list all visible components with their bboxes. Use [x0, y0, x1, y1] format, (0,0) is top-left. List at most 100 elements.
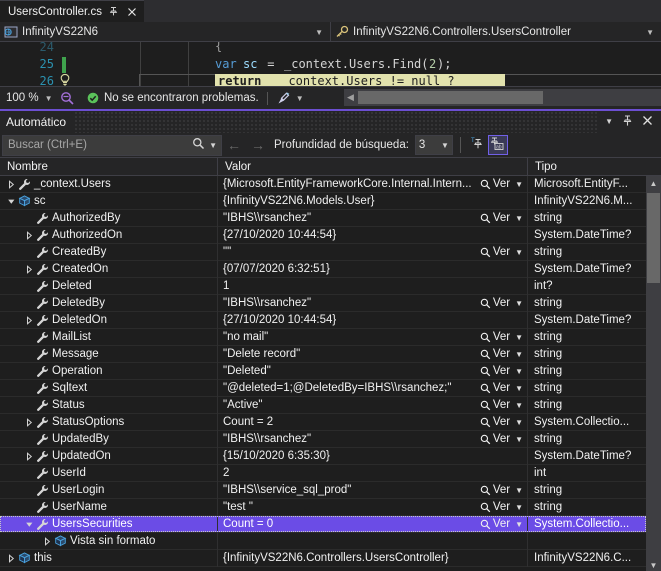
- chevron-right-icon[interactable]: [42, 536, 53, 547]
- variable-row[interactable]: UpdatedOn {15/10/2020 6:35:30} System.Date…: [0, 447, 661, 465]
- variable-row[interactable]: Status "Active" Ver ▼ string: [0, 396, 661, 414]
- variable-value-cell[interactable]: {InfinityVS22N6.Controllers.UsersControl…: [218, 549, 528, 567]
- chevron-down-icon[interactable]: ▼: [515, 333, 523, 342]
- variable-value-cell[interactable]: Count = 2 Ver ▼: [218, 413, 528, 431]
- value-visualizer-button[interactable]: Ver ▼: [480, 176, 523, 193]
- value-visualizer-button[interactable]: Ver ▼: [480, 363, 523, 380]
- chevron-right-icon[interactable]: [24, 451, 35, 462]
- variable-row[interactable]: Vista sin formato: [0, 532, 661, 550]
- variable-row[interactable]: AuthorizedBy "IBHS\\rsanchez" Ver ▼ string: [0, 209, 661, 227]
- value-visualizer-button[interactable]: Ver ▼: [480, 244, 523, 261]
- chevron-down-icon[interactable]: [24, 519, 35, 530]
- lightbulb-icon[interactable]: [58, 73, 72, 86]
- variable-value-cell[interactable]: {27/10/2020 10:44:54}: [218, 226, 528, 244]
- column-header-value[interactable]: Valor: [218, 158, 528, 175]
- variable-row[interactable]: UserLogin "IBHS\\service_sql_prod" Ver ▼ str…: [0, 481, 661, 499]
- variable-value-cell[interactable]: Count = 0 Ver ▼: [218, 515, 528, 533]
- chevron-right-icon[interactable]: [24, 264, 35, 275]
- variable-value-cell[interactable]: "IBHS\\rsanchez" Ver ▼: [218, 294, 528, 312]
- chevron-down-icon[interactable]: ▼: [646, 28, 657, 37]
- chevron-down-icon[interactable]: ▼: [515, 401, 523, 410]
- editor-tab-userscontroller[interactable]: UsersController.cs: [0, 0, 144, 22]
- variable-value-cell[interactable]: 2: [218, 464, 528, 482]
- pin-variable-button[interactable]: T: [468, 135, 488, 155]
- chevron-down-icon[interactable]: ▼: [515, 248, 523, 257]
- project-dropdown[interactable]: InfinityVS22N6 ▼: [0, 22, 331, 42]
- chevron-right-icon[interactable]: [6, 553, 17, 564]
- variable-value-cell[interactable]: {Microsoft.EntityFrameworkCore.Internal.…: [218, 176, 528, 193]
- close-icon[interactable]: [642, 115, 653, 129]
- variable-row[interactable]: Message "Delete record" Ver ▼ string: [0, 345, 661, 363]
- variable-value-cell[interactable]: "IBHS\\rsanchez" Ver ▼: [218, 430, 528, 448]
- title-bar-grip[interactable]: [74, 111, 598, 133]
- variable-row[interactable]: CreatedBy "" Ver ▼ string: [0, 243, 661, 261]
- variable-row[interactable]: sc {InfinityVS22N6.Models.User} InfinityVS…: [0, 192, 661, 210]
- variable-row[interactable]: this {InfinityVS22N6.Controllers.UsersCon…: [0, 549, 661, 567]
- search-next-button[interactable]: →: [246, 137, 270, 153]
- column-header-name[interactable]: Nombre: [0, 158, 218, 175]
- chevron-down-icon[interactable]: ▼: [515, 367, 523, 376]
- chevron-down-icon[interactable]: ▼: [515, 486, 523, 495]
- variable-row[interactable]: Operation "Deleted" Ver ▼ string: [0, 362, 661, 380]
- chevron-right-icon[interactable]: [24, 417, 35, 428]
- chevron-down-icon[interactable]: ▼: [515, 214, 523, 223]
- member-dropdown[interactable]: InfinityVS22N6.Controllers.UsersControll…: [331, 22, 661, 42]
- chevron-down-icon[interactable]: ▼: [515, 384, 523, 393]
- variable-value-cell[interactable]: "IBHS\\rsanchez" Ver ▼: [218, 209, 528, 227]
- variables-grid[interactable]: _context.Users {Microsoft.EntityFramework…: [0, 176, 661, 571]
- variable-row[interactable]: UserName "test " Ver ▼ string: [0, 498, 661, 516]
- close-icon[interactable]: [126, 6, 138, 18]
- chevron-right-icon[interactable]: [24, 230, 35, 241]
- editor-horizontal-scrollbar[interactable]: ◀: [344, 89, 661, 106]
- chevron-down-icon[interactable]: ▼: [315, 28, 326, 37]
- search-icon[interactable]: [192, 137, 205, 153]
- chevron-down-icon[interactable]: ▼: [441, 141, 449, 150]
- variable-row[interactable]: UsersSecurities Count = 0 Ver ▼ System.Colle…: [0, 515, 661, 533]
- value-visualizer-button[interactable]: Ver ▼: [480, 380, 523, 397]
- variable-value-cell[interactable]: [218, 532, 528, 550]
- search-depth-select[interactable]: 3 ▼: [414, 135, 453, 155]
- pin-icon[interactable]: [622, 114, 633, 130]
- pin-icon[interactable]: [108, 6, 120, 18]
- variable-row[interactable]: StatusOptions Count = 2 Ver ▼ System.Collect…: [0, 413, 661, 431]
- value-visualizer-button[interactable]: Ver ▼: [480, 210, 523, 227]
- chevron-up-icon[interactable]: ▲: [646, 176, 661, 191]
- variable-row[interactable]: DeletedBy "IBHS\\rsanchez" Ver ▼ string: [0, 294, 661, 312]
- variable-value-cell[interactable]: "" Ver ▼: [218, 243, 528, 261]
- scrollbar-thumb[interactable]: [358, 91, 543, 104]
- variable-value-cell[interactable]: {InfinityVS22N6.Models.User}: [218, 192, 528, 210]
- code-editor[interactable]: 24 25 26 { var sc = _context.Users.Find(…: [0, 42, 661, 86]
- chevron-down-icon[interactable]: ▼: [515, 299, 523, 308]
- variable-row[interactable]: Deleted 1 int?: [0, 277, 661, 295]
- variable-row[interactable]: AuthorizedOn {27/10/2020 10:44:54} System.…: [0, 226, 661, 244]
- variable-row[interactable]: UserId 2 int: [0, 464, 661, 482]
- chevron-down-icon[interactable]: ▼: [296, 94, 304, 103]
- chevron-right-icon[interactable]: [6, 179, 17, 190]
- search-prev-button[interactable]: ←: [222, 137, 246, 153]
- value-visualizer-button[interactable]: Ver ▼: [480, 431, 523, 448]
- variable-value-cell[interactable]: "Delete record" Ver ▼: [218, 345, 528, 363]
- variable-row[interactable]: UpdatedBy "IBHS\\rsanchez" Ver ▼ string: [0, 430, 661, 448]
- chevron-down-icon[interactable]: ▼: [515, 350, 523, 359]
- variable-row[interactable]: CreatedOn {07/07/2020 6:32:51} System.Date…: [0, 260, 661, 278]
- chevron-right-icon[interactable]: [24, 315, 35, 326]
- issue-filter-icon[interactable]: [60, 91, 75, 106]
- column-header-type[interactable]: Tipo: [528, 158, 661, 175]
- variables-vertical-scrollbar[interactable]: ▲ ▼: [646, 176, 661, 571]
- chevron-down-icon[interactable]: ▼: [209, 141, 217, 150]
- value-visualizer-button[interactable]: Ver ▼: [480, 329, 523, 346]
- value-visualizer-button[interactable]: Ver ▼: [480, 516, 523, 533]
- variable-row[interactable]: DeletedOn {27/10/2020 10:44:54} System.Dat…: [0, 311, 661, 329]
- chevron-down-icon[interactable]: ▼: [515, 418, 523, 427]
- search-input[interactable]: Buscar (Ctrl+E) ▼: [2, 134, 222, 156]
- scroll-left-icon[interactable]: ◀: [347, 92, 354, 103]
- zoom-control[interactable]: 100 % ▼: [0, 92, 60, 104]
- hex-display-button[interactable]: ab: [487, 135, 508, 155]
- variable-value-cell[interactable]: {07/07/2020 6:32:51}: [218, 260, 528, 278]
- scrollbar-thumb[interactable]: [647, 193, 660, 283]
- variable-value-cell[interactable]: {27/10/2020 10:44:54}: [218, 311, 528, 329]
- variable-value-cell[interactable]: "test " Ver ▼: [218, 498, 528, 516]
- panel-menu-icon[interactable]: ▼: [605, 118, 613, 126]
- variable-value-cell[interactable]: "Deleted" Ver ▼: [218, 362, 528, 380]
- chevron-down-icon[interactable]: [6, 196, 17, 207]
